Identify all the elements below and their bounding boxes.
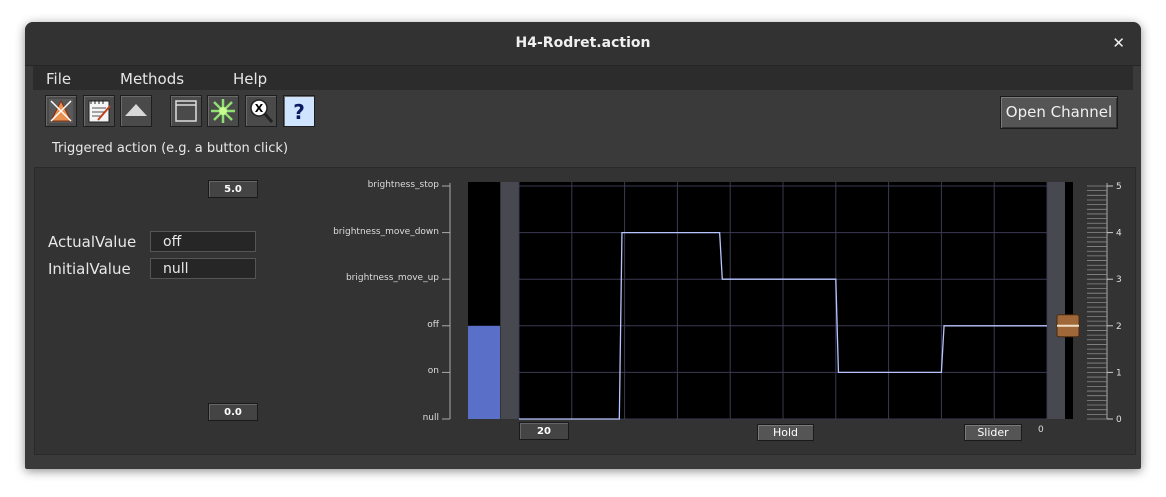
slider-track-inner bbox=[1065, 182, 1073, 419]
slider-button[interactable]: Slider bbox=[964, 424, 1022, 441]
window-title: H4-Rodret.action bbox=[515, 35, 651, 51]
menu-bar: File Methods Help bbox=[33, 66, 1133, 90]
value-panel: 5.0 ActualValue off InitialValue null 0.… bbox=[34, 167, 1136, 455]
action-description: Triggered action (e.g. a button click) bbox=[52, 141, 289, 156]
help-icon[interactable]: ? bbox=[283, 95, 315, 127]
action-window: H4-Rodret.action ✕ File Methods Help X ?… bbox=[25, 22, 1141, 469]
scale-tick-label: 3 bbox=[1116, 275, 1122, 285]
toolbar: X ? Open Channel Triggered action (e.g. … bbox=[25, 90, 1141, 160]
scale-tick-label: 4 bbox=[1116, 229, 1122, 239]
hold-button[interactable]: Hold bbox=[757, 424, 814, 441]
menu-methods[interactable]: Methods bbox=[120, 70, 184, 88]
star-burst-icon[interactable] bbox=[207, 95, 239, 127]
value-trend-chart: 0 1 2 3 4 5 bbox=[442, 182, 1122, 425]
slider-track bbox=[1047, 182, 1065, 419]
time-span-box[interactable]: 20 bbox=[519, 422, 569, 440]
scale-tick-label: 2 bbox=[1116, 322, 1122, 332]
magnifier-icon[interactable]: X bbox=[245, 95, 277, 127]
current-value-bar bbox=[468, 325, 500, 419]
scale-tick-label: 5 bbox=[1116, 182, 1122, 192]
svg-text:X: X bbox=[255, 102, 264, 115]
open-channel-button[interactable]: Open Channel bbox=[1000, 96, 1118, 129]
svg-text:?: ? bbox=[293, 100, 305, 124]
up-arrow-icon[interactable] bbox=[120, 95, 152, 127]
scale-tick-label: 1 bbox=[1116, 368, 1122, 378]
window-icon[interactable] bbox=[170, 95, 202, 127]
close-icon[interactable]: ✕ bbox=[1112, 34, 1125, 52]
slider-value: 0 bbox=[1038, 425, 1044, 435]
scale-tick-label: 0 bbox=[1116, 415, 1122, 425]
menu-help[interactable]: Help bbox=[233, 70, 267, 88]
notepad-icon[interactable] bbox=[83, 95, 115, 127]
graph-icon[interactable] bbox=[45, 95, 77, 127]
title-bar: H4-Rodret.action ✕ bbox=[25, 22, 1141, 66]
menu-file[interactable]: File bbox=[46, 70, 71, 88]
bar-separator bbox=[501, 182, 519, 419]
